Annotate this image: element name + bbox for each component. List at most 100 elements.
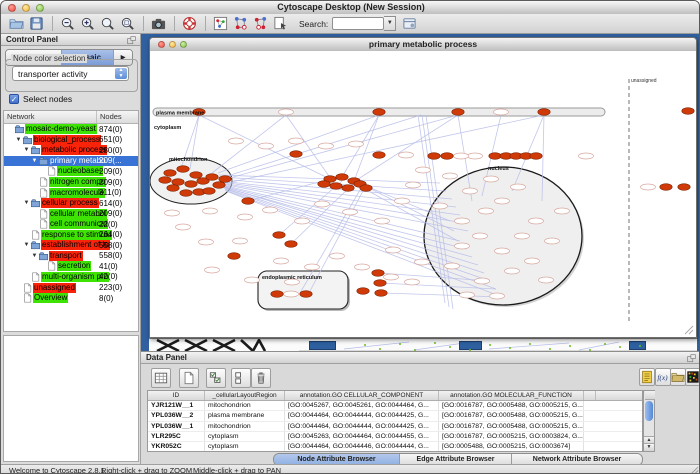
network-node[interactable] xyxy=(678,184,690,191)
zoom-window-button[interactable] xyxy=(36,4,44,12)
import-button[interactable] xyxy=(670,368,686,386)
network-node[interactable] xyxy=(228,253,240,260)
network-node[interactable] xyxy=(279,109,294,115)
table-corner-button[interactable] xyxy=(645,391,655,400)
background-window-titlebar[interactable] xyxy=(309,341,336,350)
network-node[interactable] xyxy=(205,267,220,273)
network-node[interactable] xyxy=(300,291,312,298)
disclosure-triangle-icon[interactable]: ▼ xyxy=(23,147,30,153)
network-node[interactable] xyxy=(452,109,464,116)
window-resize-grip-icon[interactable] xyxy=(690,466,699,474)
network-node[interactable] xyxy=(206,174,218,181)
network-node[interactable] xyxy=(164,170,176,177)
network-node[interactable] xyxy=(284,291,299,297)
node-color-combobox[interactable]: transporter activity ▲▼ xyxy=(12,66,129,81)
annotation-button[interactable] xyxy=(271,15,289,32)
network-node[interactable] xyxy=(473,233,488,239)
network-node[interactable] xyxy=(399,152,414,158)
scroll-down-icon[interactable]: ▼ xyxy=(644,443,654,451)
network-node[interactable] xyxy=(229,138,244,144)
network-node[interactable] xyxy=(213,182,225,189)
network-node[interactable] xyxy=(180,190,192,197)
network-close-button[interactable] xyxy=(158,41,165,48)
tree-row[interactable]: ▼transport558(0) xyxy=(4,251,139,262)
network-node[interactable] xyxy=(219,176,231,183)
network-node[interactable] xyxy=(511,184,526,190)
select-nodes-checkbox[interactable]: ✓ xyxy=(9,94,19,104)
network-node[interactable] xyxy=(494,109,509,115)
combobox-stepper-icon[interactable]: ▲▼ xyxy=(115,68,127,79)
network-node[interactable] xyxy=(273,232,285,239)
network-node[interactable] xyxy=(538,109,550,116)
network-node[interactable] xyxy=(159,177,171,184)
network-canvas[interactable]: plasma membranecytoplasmmitochondrionnuc… xyxy=(150,51,696,337)
close-button[interactable] xyxy=(8,4,16,12)
float-data-panel-icon[interactable] xyxy=(687,354,696,363)
network-node[interactable] xyxy=(455,243,470,249)
network-node[interactable] xyxy=(165,210,180,216)
network-node[interactable] xyxy=(539,277,554,283)
network-node[interactable] xyxy=(295,218,310,224)
network-node[interactable] xyxy=(242,198,254,205)
network-node[interactable] xyxy=(490,293,505,299)
tree-row[interactable]: multi-organism pro42(0) xyxy=(4,272,139,283)
table-column-header[interactable]: _cellularLayoutRegion xyxy=(205,391,285,400)
network-node[interactable] xyxy=(495,248,510,254)
table-column-header[interactable]: annotation.GO CELLULAR_COMPONENT xyxy=(285,391,439,400)
float-panel-icon[interactable] xyxy=(127,36,136,45)
network-node[interactable] xyxy=(336,174,348,181)
network-node[interactable] xyxy=(290,151,302,158)
network-node[interactable] xyxy=(360,185,372,192)
minimize-button[interactable] xyxy=(22,4,30,12)
network-node[interactable] xyxy=(525,258,540,264)
network-node[interactable] xyxy=(682,108,694,115)
network-node[interactable] xyxy=(177,166,189,173)
network-node[interactable] xyxy=(406,182,421,188)
network-node[interactable] xyxy=(460,292,475,298)
zoom-selected-button[interactable] xyxy=(118,15,136,32)
network-node[interactable] xyxy=(245,277,260,283)
overview-button[interactable] xyxy=(211,15,229,32)
zoom-fit-button[interactable] xyxy=(98,15,116,32)
table-button[interactable] xyxy=(151,368,171,388)
network-node[interactable] xyxy=(443,173,458,179)
tree-row[interactable]: ▼cellular process614(0) xyxy=(4,198,139,209)
network-node[interactable] xyxy=(233,238,248,244)
table-column-header[interactable]: ID xyxy=(148,391,205,400)
network-node[interactable] xyxy=(505,268,520,274)
tree-row[interactable]: ▼metabolic process280(0) xyxy=(4,145,139,156)
disclosure-triangle-icon[interactable]: ▼ xyxy=(31,158,38,164)
network-node[interactable] xyxy=(579,153,594,159)
network-node[interactable] xyxy=(445,263,460,269)
network-node[interactable] xyxy=(515,233,530,239)
birdseye-view[interactable] xyxy=(3,335,139,462)
network-node[interactable] xyxy=(167,185,179,192)
network-node[interactable] xyxy=(386,247,401,253)
network-node[interactable] xyxy=(203,188,215,195)
network-node[interactable] xyxy=(357,288,369,295)
network-node[interactable] xyxy=(203,208,218,214)
network-node[interactable] xyxy=(274,258,289,264)
network-node[interactable] xyxy=(185,181,197,188)
network-node[interactable] xyxy=(475,278,490,284)
tree-row[interactable]: ▼primary metabo209(... xyxy=(4,156,139,167)
search-config-button[interactable] xyxy=(400,15,418,32)
zoom-in-button[interactable] xyxy=(78,15,96,32)
unselect-attributes-button[interactable] xyxy=(231,368,251,388)
network-node[interactable] xyxy=(199,239,214,245)
save-button[interactable] xyxy=(27,15,45,32)
network-node[interactable] xyxy=(529,218,544,224)
network-node[interactable] xyxy=(330,253,345,259)
network-node[interactable] xyxy=(289,138,304,144)
tree-row[interactable]: nitrogen compo209(0) xyxy=(4,177,139,188)
network-node[interactable] xyxy=(479,208,494,214)
table-scrollbar[interactable]: ▲ ▼ xyxy=(643,390,655,452)
disclosure-triangle-icon[interactable]: ▼ xyxy=(23,200,30,206)
tree-row[interactable]: mosaic-demo-yeast874(0) xyxy=(4,124,139,135)
network-node[interactable] xyxy=(416,167,431,173)
network-node[interactable] xyxy=(349,141,364,147)
tree-col-network[interactable]: Network xyxy=(4,111,97,123)
network-node[interactable] xyxy=(259,143,274,149)
network-node[interactable] xyxy=(530,153,542,160)
formula-button[interactable]: f(x) xyxy=(655,368,671,386)
